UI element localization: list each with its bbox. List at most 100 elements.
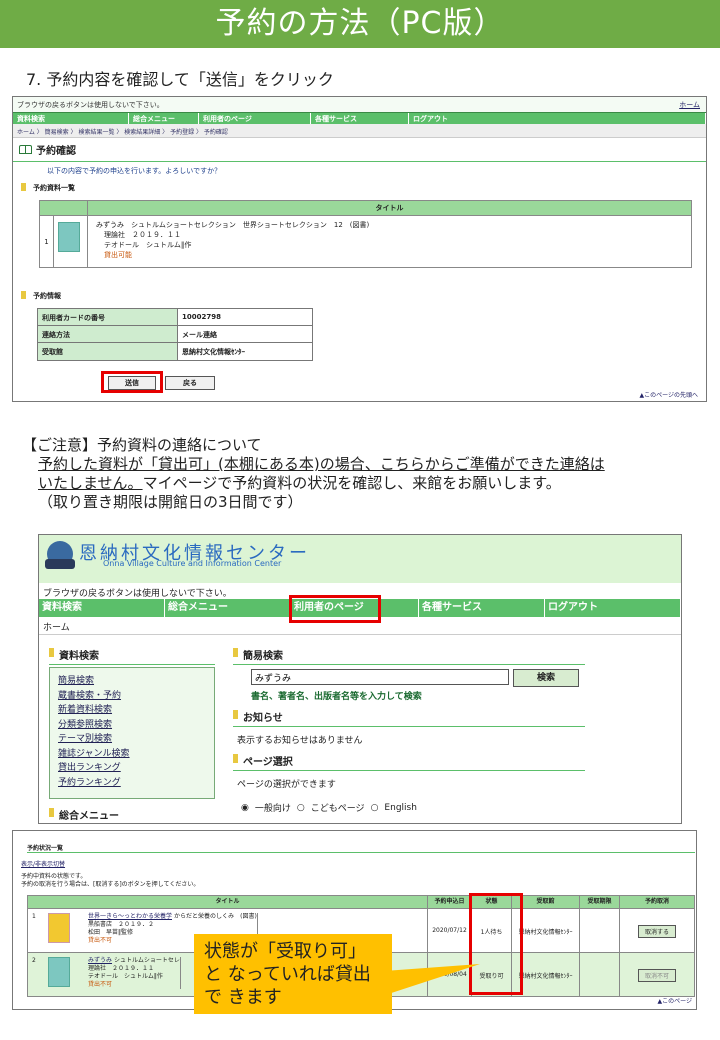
link-simple-search[interactable]: 簡易検索 [58,674,206,689]
book-title-link[interactable]: みずうみ [88,957,112,964]
toggle-link[interactable]: 表示/非表示切替 [21,859,65,868]
book-title-link[interactable]: 世界一きら〜っとわかる栄養学 [88,913,172,920]
link-theme-search[interactable]: テーマ別検索 [58,732,206,747]
row-number: 1 [32,913,36,920]
book-status: 貸出不可 [88,981,181,989]
book-info: みずうみ シュトルムショートセレクション 世界ショートセレクション 12 (図書… [88,216,377,267]
info-key: 連絡方法 [38,326,178,342]
link-magazine-search[interactable]: 雑誌ジャンル検索 [58,747,206,762]
notice-line2-rest: マイページで予約資料の状況を確認し、来館をお願いします。 [142,474,561,492]
open-book-icon [19,145,32,154]
panel-head-simple: 簡易検索 [233,645,585,665]
panel-head-menu: 総合メニュー [49,805,215,823]
audience-radios: ◉ 一般向け ○ こどもページ ○ English [241,801,417,815]
step-instruction: 7. 予約内容を確認して「送信」をクリック [26,70,334,89]
book-title-rest: からだと栄養のしくみ (図書) [173,913,257,920]
site-subtitle: Onna Village Culture and Information Cen… [103,559,282,568]
panel-head-news: お知らせ [233,707,585,727]
back-warning: ブラウザの戻るボタンは使用しないで下さい。 [13,97,706,112]
mypage-highlight [289,595,381,623]
row-number: 2 [32,957,36,964]
col-header: 予約申込日 [428,896,472,908]
to-top-link[interactable]: ▲このページの先頭へ [640,390,699,399]
info-section-title: 予約情報 [13,288,706,304]
page-title-text: 予約確認 [36,146,76,157]
nav-item-mypage[interactable]: 利用者のページ [199,113,311,124]
status-title: 予約状況一覧 [27,843,695,853]
search-hint: 書名、著者名、出版者名等を入力して検索 [251,692,422,702]
link-loan-ranking[interactable]: 貸出ランキング [58,761,206,776]
link-catalog-search[interactable]: 蔵書検索・予約 [58,689,206,704]
book-title-rest: シュトルムショートセレ [113,957,180,964]
radio-label-general: 一般向け [254,804,291,814]
table-row: 1 みずうみ シュトルムショートセレクション 世界ショートセレクション 12 (… [40,215,691,267]
panel-head-search: 資料検索 [49,645,215,665]
book-cover [42,953,78,996]
contact-method: メール連絡 [182,331,217,339]
confirm-message: 以下の内容で予約の申込を行います。よろしいですか？ [47,167,222,175]
page-banner: 予約の方法（PC版） [0,0,720,48]
col-header: 受取期限 [580,896,620,908]
row-number: 1 [40,216,54,267]
to-top-link[interactable]: ▲このページ [658,996,693,1005]
panel-head-page: ページ選択 [233,751,585,771]
book-cover [42,909,78,952]
home-link[interactable]: ホーム [679,100,700,110]
radio-label-english: English [384,802,417,813]
search-input[interactable] [251,669,509,685]
notice-line2-emph: いたしません。 [38,474,143,492]
col-header-title: タイトル [375,204,404,212]
book-author: テオドール シュトルム‖作 [104,241,192,249]
nav-item-search[interactable]: 資料検索 [39,599,165,617]
send-button[interactable]: 送信 [108,376,156,390]
link-class-search[interactable]: 分類参照検索 [58,718,206,733]
info-key: 受取館 [38,343,178,360]
reservation-table: タイトル 1 みずうみ シュトルムショートセレクション 世界ショートセレクション… [39,200,692,268]
book-cover [54,216,88,267]
book-title: みずうみ シュトルムショートセレクション 世界ショートセレクション 12 (図書… [96,221,370,229]
home-screenshot: 恩納村文化情報センター Onna Village Culture and Inf… [38,534,682,824]
page-title: 予約確認 [13,138,706,162]
nav-item-menu[interactable]: 総合メニュー [165,599,291,617]
link-new-items[interactable]: 新着資料検索 [58,703,206,718]
card-number: 10002798 [182,313,221,321]
radio-checked-icon[interactable]: ◉ [241,803,249,813]
col-header: タイトル [28,896,428,908]
search-button[interactable]: 検索 [513,669,579,687]
col-header: 予約取消 [644,898,669,905]
book-status: 貸出可能 [104,251,132,259]
callout-note: 状態が「受取り可」と なっていれば貸出で きます [194,934,392,1014]
nav-item-search[interactable]: 資料検索 [13,113,129,124]
book-publisher: 理論社 ２０１９．１１ [88,965,181,973]
cancel-disabled-button: 取消不可 [637,969,676,982]
nav-bar: 資料検索 総合メニュー 利用者のページ 各種サービス ログアウト [13,112,706,124]
nav-item-services[interactable]: 各種サービス [311,113,409,124]
notice-title: 【ご注意】予約資料の連絡について [22,436,262,454]
apply-date: 2020/07/12 [428,909,472,952]
book-publisher: 理論社 ２０１９．１１ [104,231,181,239]
book-publisher: 黒船書店 ２０１９．２ [88,921,258,929]
breadcrumb: ホーム 〉 簡易検索 〉 検索結果一覧 〉 検索結果詳細 〉 予約登録 〉 予約… [13,124,706,138]
link-reserve-ranking[interactable]: 予約ランキング [58,776,206,791]
pickup-library: 恩納村文化情報ｾﾝﾀｰ [182,348,245,356]
book-author: テオドール シュトルム‖作 [88,973,181,981]
cancel-button[interactable]: 取消する [637,925,676,938]
notice-line1: 予約した資料が「貸出可」(本棚にある本)の場合、こちらからご準備ができた連絡は [38,455,605,473]
site-header: 恩納村文化情報センター Onna Village Culture and Inf… [39,535,681,583]
nav-item-menu[interactable]: 総合メニュー [129,113,199,124]
notice: 【ご注意】予約資料の連絡について 予約した資料が「貸出可」(本棚にある本)の場合… [22,436,605,512]
radio-empty-icon[interactable]: ○ [297,803,305,813]
info-key: 利用者カードの番号 [38,309,178,325]
nav-item-logout[interactable]: ログアウト [409,113,706,124]
reservation-info-table: 利用者カードの番号 10002798 連絡方法 メール連絡 受取館 恩納村文化情報ｾﾝ… [37,308,313,361]
nav-item-services[interactable]: 各種サービス [419,599,545,617]
page-select-text: ページの選択ができます [237,780,336,790]
news-text: 表示するお知らせはありません [237,736,363,746]
nav-item-logout[interactable]: ログアウト [545,599,681,617]
notice-line3: （取り置き期限は開館日の3日間です） [38,493,303,511]
notice-line2: いたしません。マイページで予約資料の状況を確認し、来館をお願いします。 [22,474,605,493]
site-logo-icon [45,541,75,569]
radio-empty-icon[interactable]: ○ [371,803,379,813]
back-button[interactable]: 戻る [165,376,215,390]
search-links-panel: 簡易検索 蔵書検索・予約 新着資料検索 分類参照検索 テーマ別検索 雑誌ジャンル… [49,667,215,799]
